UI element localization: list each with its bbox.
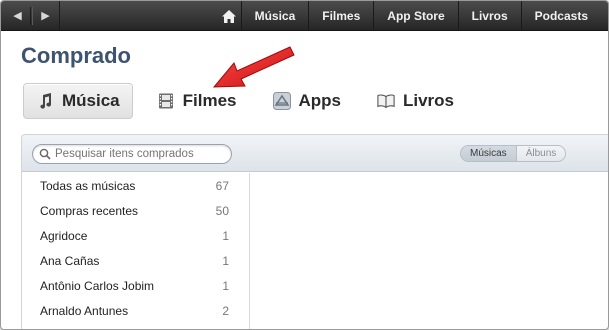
store-nav-links: Música Filmes App Store Livros Podcasts <box>217 1 594 31</box>
list-item-label: Compras recentes <box>40 203 139 218</box>
list-item[interactable]: Compras recentes 50 <box>22 198 249 223</box>
page-title: Comprado <box>21 43 131 68</box>
tab-label: Filmes <box>182 91 237 110</box>
list-item[interactable]: Ana Cañas 1 <box>22 248 249 273</box>
search-field[interactable] <box>32 144 232 164</box>
music-note-icon <box>36 92 54 110</box>
list-item[interactable]: Agridoce 1 <box>22 223 249 248</box>
tab-musica[interactable]: Música <box>23 83 133 119</box>
list-item-label: Agridoce <box>40 228 88 243</box>
nav-link-app-store[interactable]: App Store <box>373 1 457 31</box>
top-navigation-bar: ◀ ▶ Música Filmes App Store Livros Podca… <box>1 1 608 31</box>
tab-label: Livros <box>403 91 455 110</box>
nav-link-musica[interactable]: Música <box>240 1 309 31</box>
list-item-label: Arnaldo Antunes <box>40 303 129 318</box>
list-item[interactable]: Arnaldo Antunes 2 <box>22 298 249 323</box>
red-arrow-icon <box>212 46 295 88</box>
list-item[interactable]: Todas as músicas 67 <box>22 173 249 198</box>
list-item-count: 2 <box>222 303 229 318</box>
back-arrow-icon: ◀ <box>13 10 22 22</box>
film-icon <box>157 92 175 110</box>
artist-list: Todas as músicas 67 Compras recentes 50 … <box>22 173 250 329</box>
back-button[interactable]: ◀ <box>5 7 31 25</box>
toggle-musicas[interactable]: Músicas <box>461 146 517 161</box>
list-item-count: 1 <box>222 278 229 293</box>
tab-label: Música <box>62 91 120 110</box>
view-toggle: Músicas Álbuns <box>460 145 567 162</box>
home-icon[interactable] <box>217 1 241 31</box>
nav-link-filmes[interactable]: Filmes <box>308 1 373 31</box>
purchased-panel: Músicas Álbuns Todas as músicas 67 Compr… <box>21 134 608 329</box>
nav-link-podcasts[interactable]: Podcasts <box>520 1 594 31</box>
list-item-count: 1 <box>222 228 229 243</box>
toggle-albuns[interactable]: Álbuns <box>516 146 566 161</box>
panel-toolbar: Músicas Álbuns <box>22 135 608 172</box>
list-item-count: 50 <box>215 203 229 218</box>
list-item-count: 67 <box>215 178 229 193</box>
nav-link-livros[interactable]: Livros <box>457 1 521 31</box>
forward-button[interactable]: ▶ <box>32 7 58 25</box>
search-icon <box>39 148 51 160</box>
tab-label: Apps <box>298 91 342 110</box>
book-icon <box>377 92 395 110</box>
list-item-label: Ana Cañas <box>40 253 100 268</box>
forward-arrow-icon: ▶ <box>41 10 50 22</box>
list-item[interactable]: Antônio Carlos Jobim 1 <box>22 273 249 298</box>
list-item-label: Antônio Carlos Jobim <box>40 278 155 293</box>
apps-icon <box>272 92 291 110</box>
search-input[interactable] <box>55 148 225 160</box>
itunes-window: ◀ ▶ Música Filmes App Store Livros Podca… <box>0 0 609 330</box>
list-item-count: 1 <box>222 253 229 268</box>
nav-divider <box>59 1 60 31</box>
tab-livros[interactable]: Livros <box>365 83 466 119</box>
list-item-label: Todas as músicas <box>40 178 136 193</box>
